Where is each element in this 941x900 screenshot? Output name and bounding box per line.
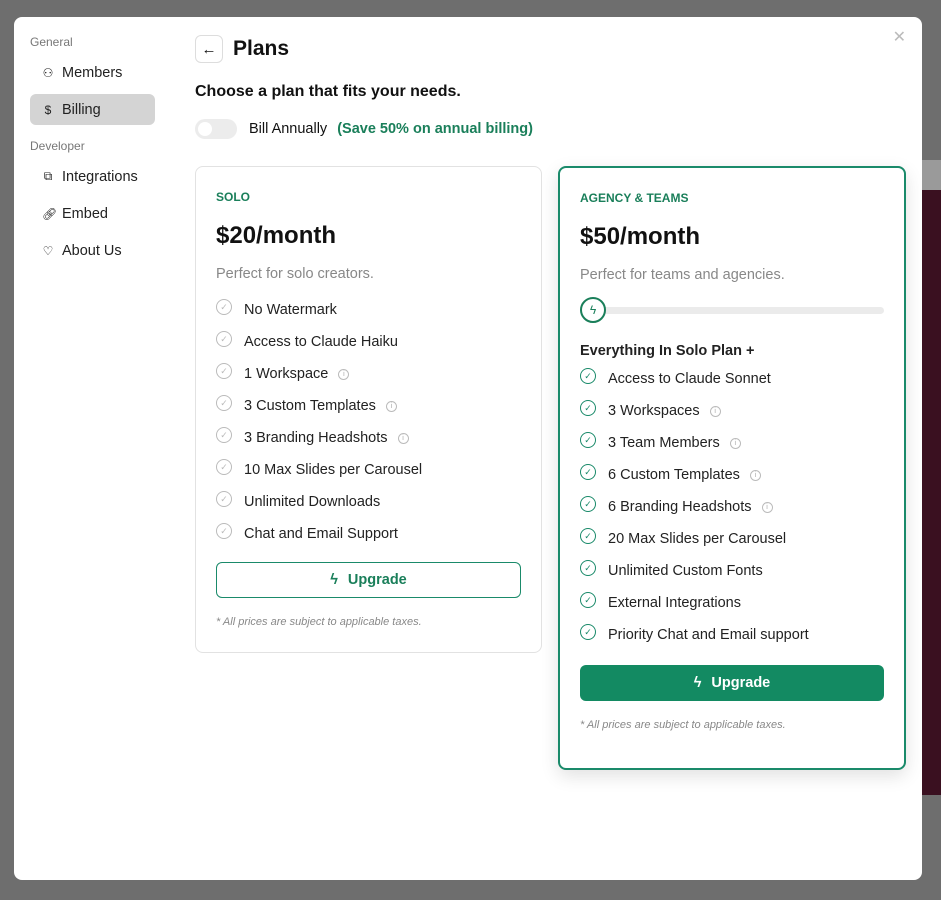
info-icon[interactable]: i <box>385 400 397 412</box>
sidebar-section-developer: Developer <box>30 139 85 153</box>
sidebar-item-label: Billing <box>62 101 101 118</box>
heart-icon: ♡ <box>42 243 54 258</box>
check-icon: ✓ <box>216 331 232 347</box>
plan-name: SOLO <box>216 190 251 204</box>
feature-item: ✓ No Watermark <box>216 294 521 326</box>
tax-note: * All prices are subject to applicable t… <box>216 616 422 628</box>
check-icon: ✓ <box>580 400 596 416</box>
check-icon: ✓ <box>580 496 596 512</box>
copy-icon: ⧉ <box>43 169 53 183</box>
check-icon: ✓ <box>216 395 232 411</box>
feature-item: ✓ Priority Chat and Email support <box>580 619 884 651</box>
back-button[interactable]: ← <box>195 35 223 63</box>
info-icon[interactable]: i <box>749 469 761 481</box>
plan-description: Perfect for teams and agencies. <box>580 267 785 283</box>
sidebar: General ⚇ Members $ Billing Developer ⧉ Int… <box>30 33 155 272</box>
sidebar-item-label: About Us <box>62 242 122 259</box>
feature-item: ✓ 3 Team Members i <box>580 427 884 459</box>
plan-price: $20/month <box>216 222 337 249</box>
upgrade-agency-button[interactable]: ϟ Upgrade <box>580 665 884 701</box>
check-icon: ✓ <box>216 427 232 443</box>
sidebar-item-label: Embed <box>62 205 108 222</box>
main-content: ← Plans Choose a plan that fits your need… <box>195 35 533 139</box>
feature-item: ✓ 6 Branding Headshots i <box>580 491 884 523</box>
link-icon: 🔗︎ <box>42 206 58 221</box>
feature-item: ✓ 20 Max Slides per Carousel <box>580 523 884 555</box>
plan-name: AGENCY & TEAMS <box>580 191 689 205</box>
save-note: (Save 50% on annual billing) <box>337 121 533 137</box>
info-icon[interactable]: i <box>338 368 350 380</box>
check-icon: ✓ <box>580 592 596 608</box>
info-icon[interactable]: i <box>397 432 409 444</box>
info-icon[interactable]: i <box>729 437 741 449</box>
page-title: Plans <box>233 37 290 60</box>
sidebar-item-members[interactable]: ⚇ Members <box>30 57 155 88</box>
feature-item: ✓ 6 Custom Templates i <box>580 459 884 491</box>
lightning-icon: ϟ <box>330 572 338 588</box>
page-subtitle: Choose a plan that fits your needs. <box>195 83 461 100</box>
plan-card-solo: SOLO $20/month Perfect for solo creators… <box>195 166 542 653</box>
check-icon: ✓ <box>580 464 596 480</box>
sidebar-item-label: Integrations <box>62 168 138 185</box>
plan-price: $50/month <box>580 223 701 250</box>
check-icon: ✓ <box>580 432 596 448</box>
includes-label: Everything In Solo Plan + <box>580 343 755 359</box>
check-icon: ✓ <box>216 491 232 507</box>
sidebar-section-general: General <box>30 35 73 49</box>
feature-item: ✓ Access to Claude Haiku <box>216 326 521 358</box>
lightning-icon: ϟ <box>693 675 702 691</box>
check-icon: ✓ <box>216 459 232 475</box>
toggle-label: Bill Annually <box>249 121 328 137</box>
feature-item: ✓ 3 Custom Templates i <box>216 390 521 422</box>
feature-item: ✓ 10 Max Slides per Carousel <box>216 454 521 486</box>
sidebar-item-integrations[interactable]: ⧉ Integrations <box>30 161 155 192</box>
info-icon[interactable]: i <box>761 501 773 513</box>
slider-handle[interactable]: ϟ <box>580 297 606 323</box>
check-icon: ✓ <box>216 523 232 539</box>
feature-item: ✓ Unlimited Downloads <box>216 486 521 518</box>
plan-description: Perfect for solo creators. <box>216 266 374 282</box>
sidebar-item-embed[interactable]: 🔗︎ Embed <box>30 198 155 229</box>
tax-note: * All prices are subject to applicable t… <box>580 719 786 731</box>
dollar-circle-icon: $ <box>44 102 52 117</box>
feature-item: ✓ 3 Workspaces i <box>580 395 884 427</box>
background-toolbar <box>922 160 941 190</box>
check-icon: ✓ <box>216 299 232 315</box>
feature-item: ✓ 1 Workspace i <box>216 358 521 390</box>
check-icon: ✓ <box>580 528 596 544</box>
lightning-icon: ϟ <box>589 303 597 317</box>
feature-item: ✓ Unlimited Custom Fonts <box>580 555 884 587</box>
feature-item: ✓ Chat and Email Support <box>216 518 521 550</box>
info-icon[interactable]: i <box>709 405 721 417</box>
feature-item: ✓ External Integrations <box>580 587 884 619</box>
close-icon[interactable]: ✕ <box>893 27 906 47</box>
check-icon: ✓ <box>580 368 596 384</box>
check-icon: ✓ <box>580 560 596 576</box>
plan-card-agency: AGENCY & TEAMS $50/month Perfect for tea… <box>558 166 906 770</box>
feature-item: ✓ Access to Claude Sonnet <box>580 363 884 395</box>
bill-annually-toggle[interactable] <box>195 119 237 139</box>
check-icon: ✓ <box>580 624 596 640</box>
sidebar-item-billing[interactable]: $ Billing <box>30 94 155 125</box>
arrow-left-icon: ← <box>201 40 217 58</box>
feature-item: ✓ 3 Branding Headshots i <box>216 422 521 454</box>
users-icon: ⚇ <box>42 65 54 80</box>
sidebar-item-label: Members <box>62 64 123 81</box>
background-content <box>922 190 941 795</box>
check-icon: ✓ <box>216 363 232 379</box>
upgrade-solo-button[interactable]: ϟ Upgrade <box>216 562 521 598</box>
sidebar-item-about-us[interactable]: ♡ About Us <box>30 235 155 266</box>
slider-track[interactable] <box>592 307 884 323</box>
settings-modal: ✕ General ⚇ Members $ Billing Developer ⧉ I… <box>14 17 922 880</box>
team-size-slider[interactable]: ϟ <box>580 297 884 323</box>
